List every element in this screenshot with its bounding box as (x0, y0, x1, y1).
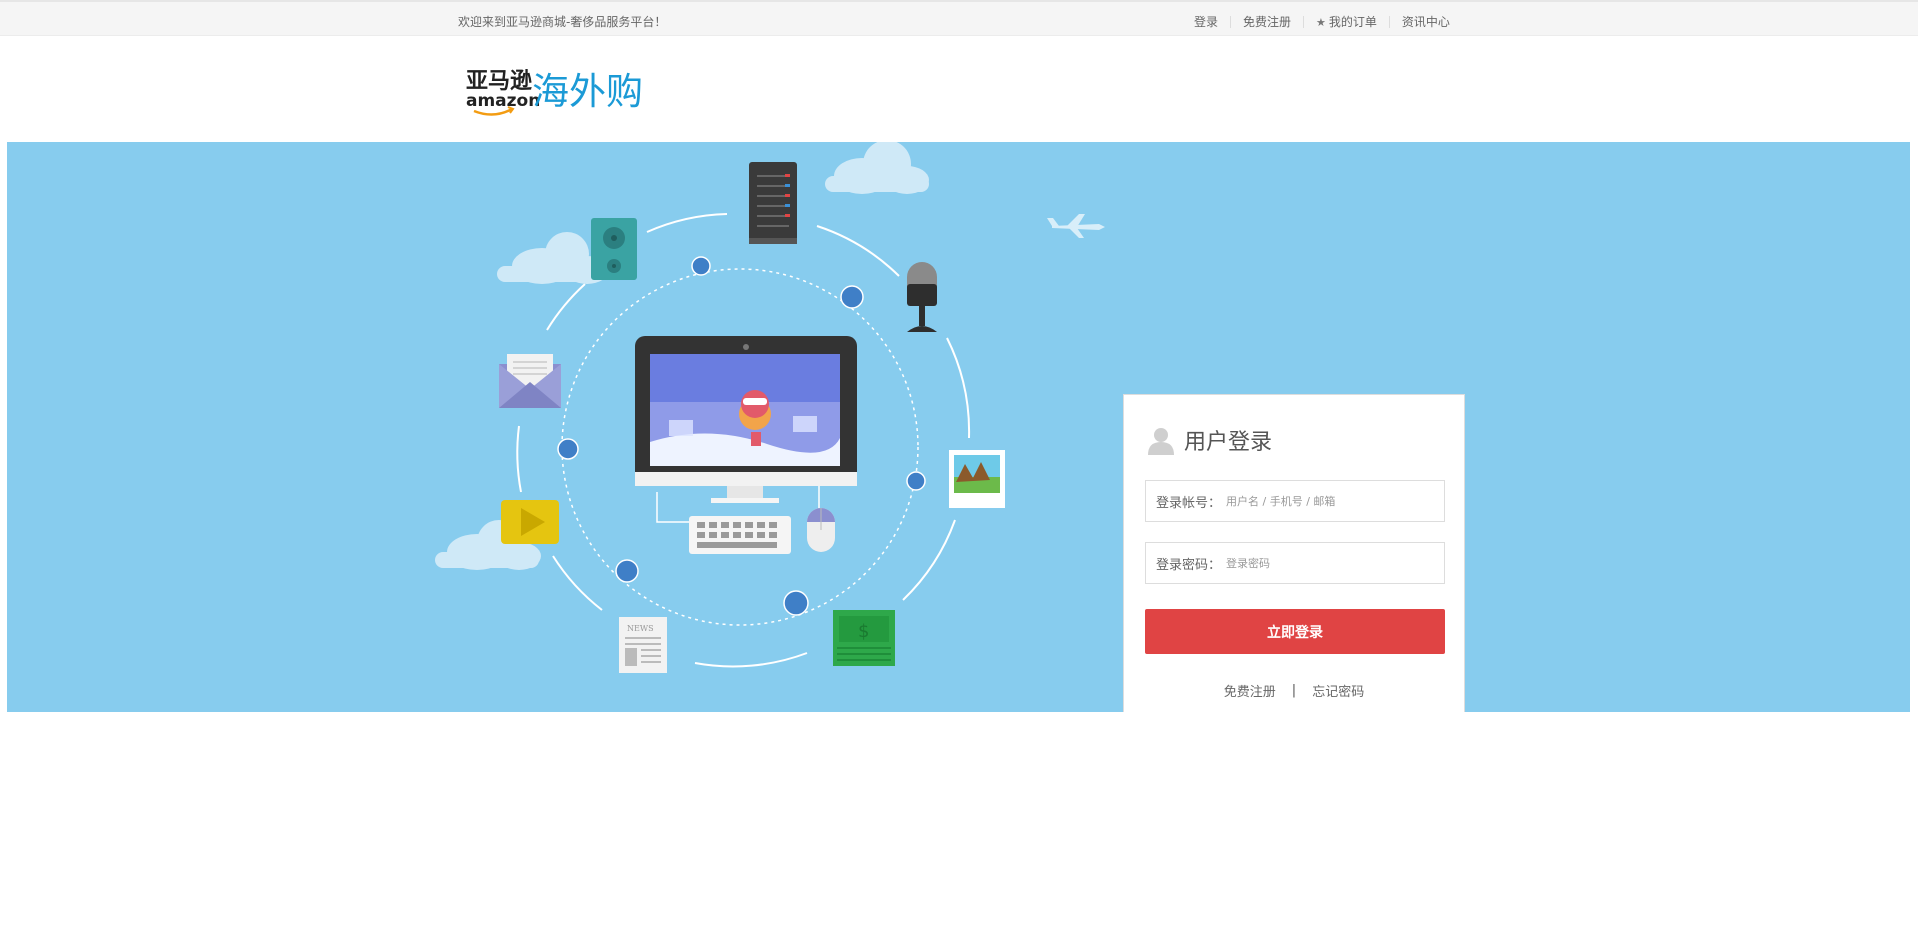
news-center-link[interactable]: 资讯中心 (1402, 13, 1450, 30)
airplane-icon (1047, 214, 1105, 238)
envelope-icon (499, 354, 561, 408)
amazon-haiwaigou-logo[interactable]: 亚马逊 amazon 海外购 (464, 62, 654, 122)
account-label: 登录帐号： (1156, 495, 1222, 511)
divider (1230, 15, 1232, 28)
login-title: 用户登录 (1146, 425, 1272, 455)
login-links: 免费注册 | 忘记密码 (1124, 681, 1464, 700)
register-link[interactable]: 免费注册 (1224, 681, 1276, 700)
user-icon (1148, 428, 1174, 455)
money-icon: $ (833, 610, 895, 666)
speaker-icon (591, 218, 637, 280)
top-register-link[interactable]: 免费注册 (1243, 13, 1291, 30)
divider (1388, 15, 1390, 28)
account-field: 登录帐号： (1145, 480, 1445, 522)
top-bar: 欢迎来到亚马逊商城-奢侈品服务平台！ 登录 免费注册 ★ 我的订单 资讯中心 (0, 0, 1918, 36)
cloud-icon (825, 142, 929, 194)
top-login-link[interactable]: 登录 (1194, 13, 1218, 30)
hero-banner: NEWS $ 用户登录 登录帐号： 用户名 / 手机号 / 邮箱 登录密码： 立… (7, 142, 1910, 712)
illustration: NEWS $ (435, 142, 1105, 673)
newspaper-label: NEWS (627, 624, 654, 633)
password-field: 登录密码： (1145, 542, 1445, 584)
password-label: 登录密码： (1156, 557, 1222, 573)
computer-icon (635, 336, 857, 503)
video-icon (501, 500, 559, 544)
password-input[interactable] (1224, 555, 1428, 571)
server-icon (749, 162, 797, 244)
mouse-icon (807, 486, 835, 552)
picture-icon (949, 450, 1005, 508)
login-button[interactable]: 立即登录 (1145, 609, 1445, 654)
welcome-text: 欢迎来到亚马逊商城-奢侈品服务平台！ (458, 15, 667, 29)
my-orders-label: 我的订单 (1328, 15, 1377, 29)
money-symbol: $ (858, 621, 869, 642)
forgot-password-link[interactable]: 忘记密码 (1312, 681, 1364, 700)
star-icon: ★ (1316, 16, 1326, 29)
newspaper-icon: NEWS (619, 617, 667, 673)
account-input[interactable] (1224, 493, 1428, 509)
microphone-icon (907, 262, 937, 332)
logo-brand-en: amazon (466, 91, 540, 111)
login-panel: 用户登录 登录帐号： 登录密码： 立即登录 免费注册 | 忘记密码 (1123, 394, 1465, 712)
link-divider: | (1291, 683, 1297, 698)
top-links: 登录 免费注册 ★ 我的订单 资讯中心 (1194, 13, 1450, 30)
logo-haiwaigou: 海外购 (532, 70, 643, 113)
login-title-text: 用户登录 (1184, 430, 1273, 455)
my-orders-link[interactable]: ★ 我的订单 (1316, 13, 1377, 30)
divider (1303, 15, 1305, 28)
